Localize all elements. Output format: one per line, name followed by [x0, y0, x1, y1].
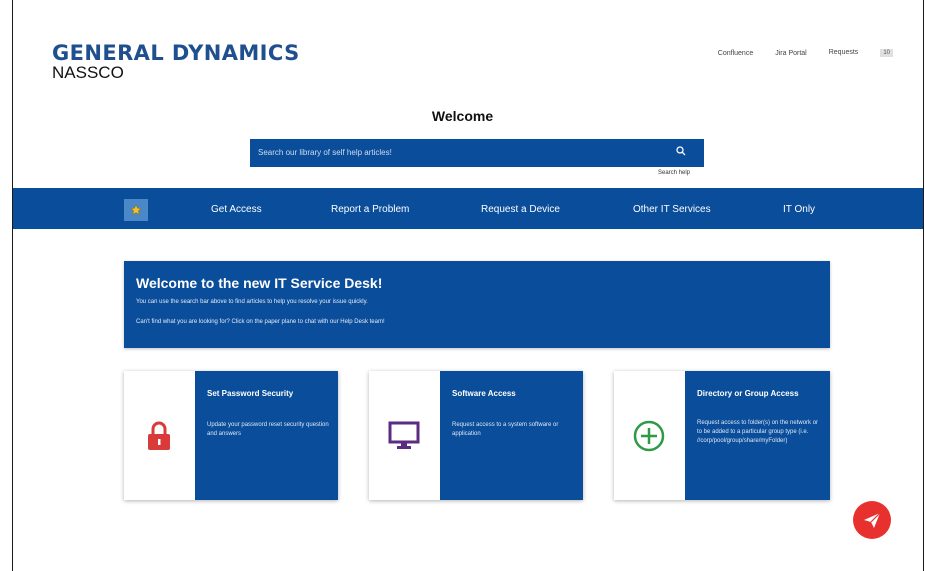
logo-line1: GENERAL DYNAMICS — [52, 41, 300, 65]
card-title: Software Access — [452, 389, 516, 398]
nav-other-it-services[interactable]: Other IT Services — [633, 204, 711, 215]
plus-circle-icon — [633, 420, 665, 451]
banner-text-2: Can't find what you are looking for? Cli… — [136, 319, 385, 325]
card-set-password-security[interactable]: Set Password Security Update your passwo… — [124, 371, 338, 500]
requests-label: Requests — [828, 49, 859, 56]
search-input[interactable]: Search our library of self help articles… — [258, 148, 392, 157]
card-icon-area — [614, 371, 684, 500]
search-bar[interactable]: Search our library of self help articles… — [250, 139, 704, 167]
company-logo[interactable]: GENERAL DYNAMICS NASSCO — [52, 42, 300, 83]
card-title: Directory or Group Access — [697, 389, 799, 398]
top-links: Confluence Jira Portal Requests 10 — [696, 49, 893, 57]
logo-line2: NASSCO — [52, 63, 124, 82]
card-directory-or-group-access[interactable]: Directory or Group Access Request access… — [614, 371, 830, 500]
search-icon[interactable] — [676, 146, 686, 156]
card-body: Software Access Request access to a syst… — [440, 371, 583, 500]
jira-link[interactable]: Jira Portal — [775, 50, 807, 57]
nav-it-only[interactable]: IT Only — [783, 204, 815, 215]
card-body: Set Password Security Update your passwo… — [195, 371, 338, 500]
nav-request-a-device[interactable]: Request a Device — [481, 204, 560, 215]
nav-report-a-problem[interactable]: Report a Problem — [331, 204, 409, 215]
banner-text-1: You can use the search bar above to find… — [136, 299, 368, 305]
confluence-link[interactable]: Confluence — [718, 50, 753, 57]
monitor-icon — [388, 421, 420, 449]
card-body: Directory or Group Access Request access… — [685, 371, 830, 500]
home-button[interactable] — [124, 199, 148, 221]
card-description: Update your password reset security ques… — [207, 422, 329, 437]
banner-title: Welcome to the new IT Service Desk! — [136, 275, 383, 291]
page-title: Welcome — [431, 108, 494, 124]
requests-link[interactable]: Requests 10 — [829, 49, 893, 57]
star-icon — [130, 204, 142, 216]
paper-plane-icon — [864, 512, 881, 528]
nav-get-access[interactable]: Get Access — [211, 204, 262, 215]
card-software-access[interactable]: Software Access Request access to a syst… — [369, 371, 583, 500]
card-icon-area — [124, 371, 194, 500]
card-description: Request access to a system software or a… — [452, 422, 559, 437]
requests-count-badge: 10 — [880, 49, 893, 57]
card-title: Set Password Security — [207, 389, 294, 398]
welcome-banner: Welcome to the new IT Service Desk! You … — [124, 261, 830, 348]
search-help-link[interactable]: Search help — [658, 170, 690, 176]
lock-icon — [148, 421, 170, 450]
chat-button[interactable] — [853, 501, 891, 539]
card-description: Request access to folder(s) on the netwo… — [697, 420, 819, 444]
card-icon-area — [369, 371, 439, 500]
